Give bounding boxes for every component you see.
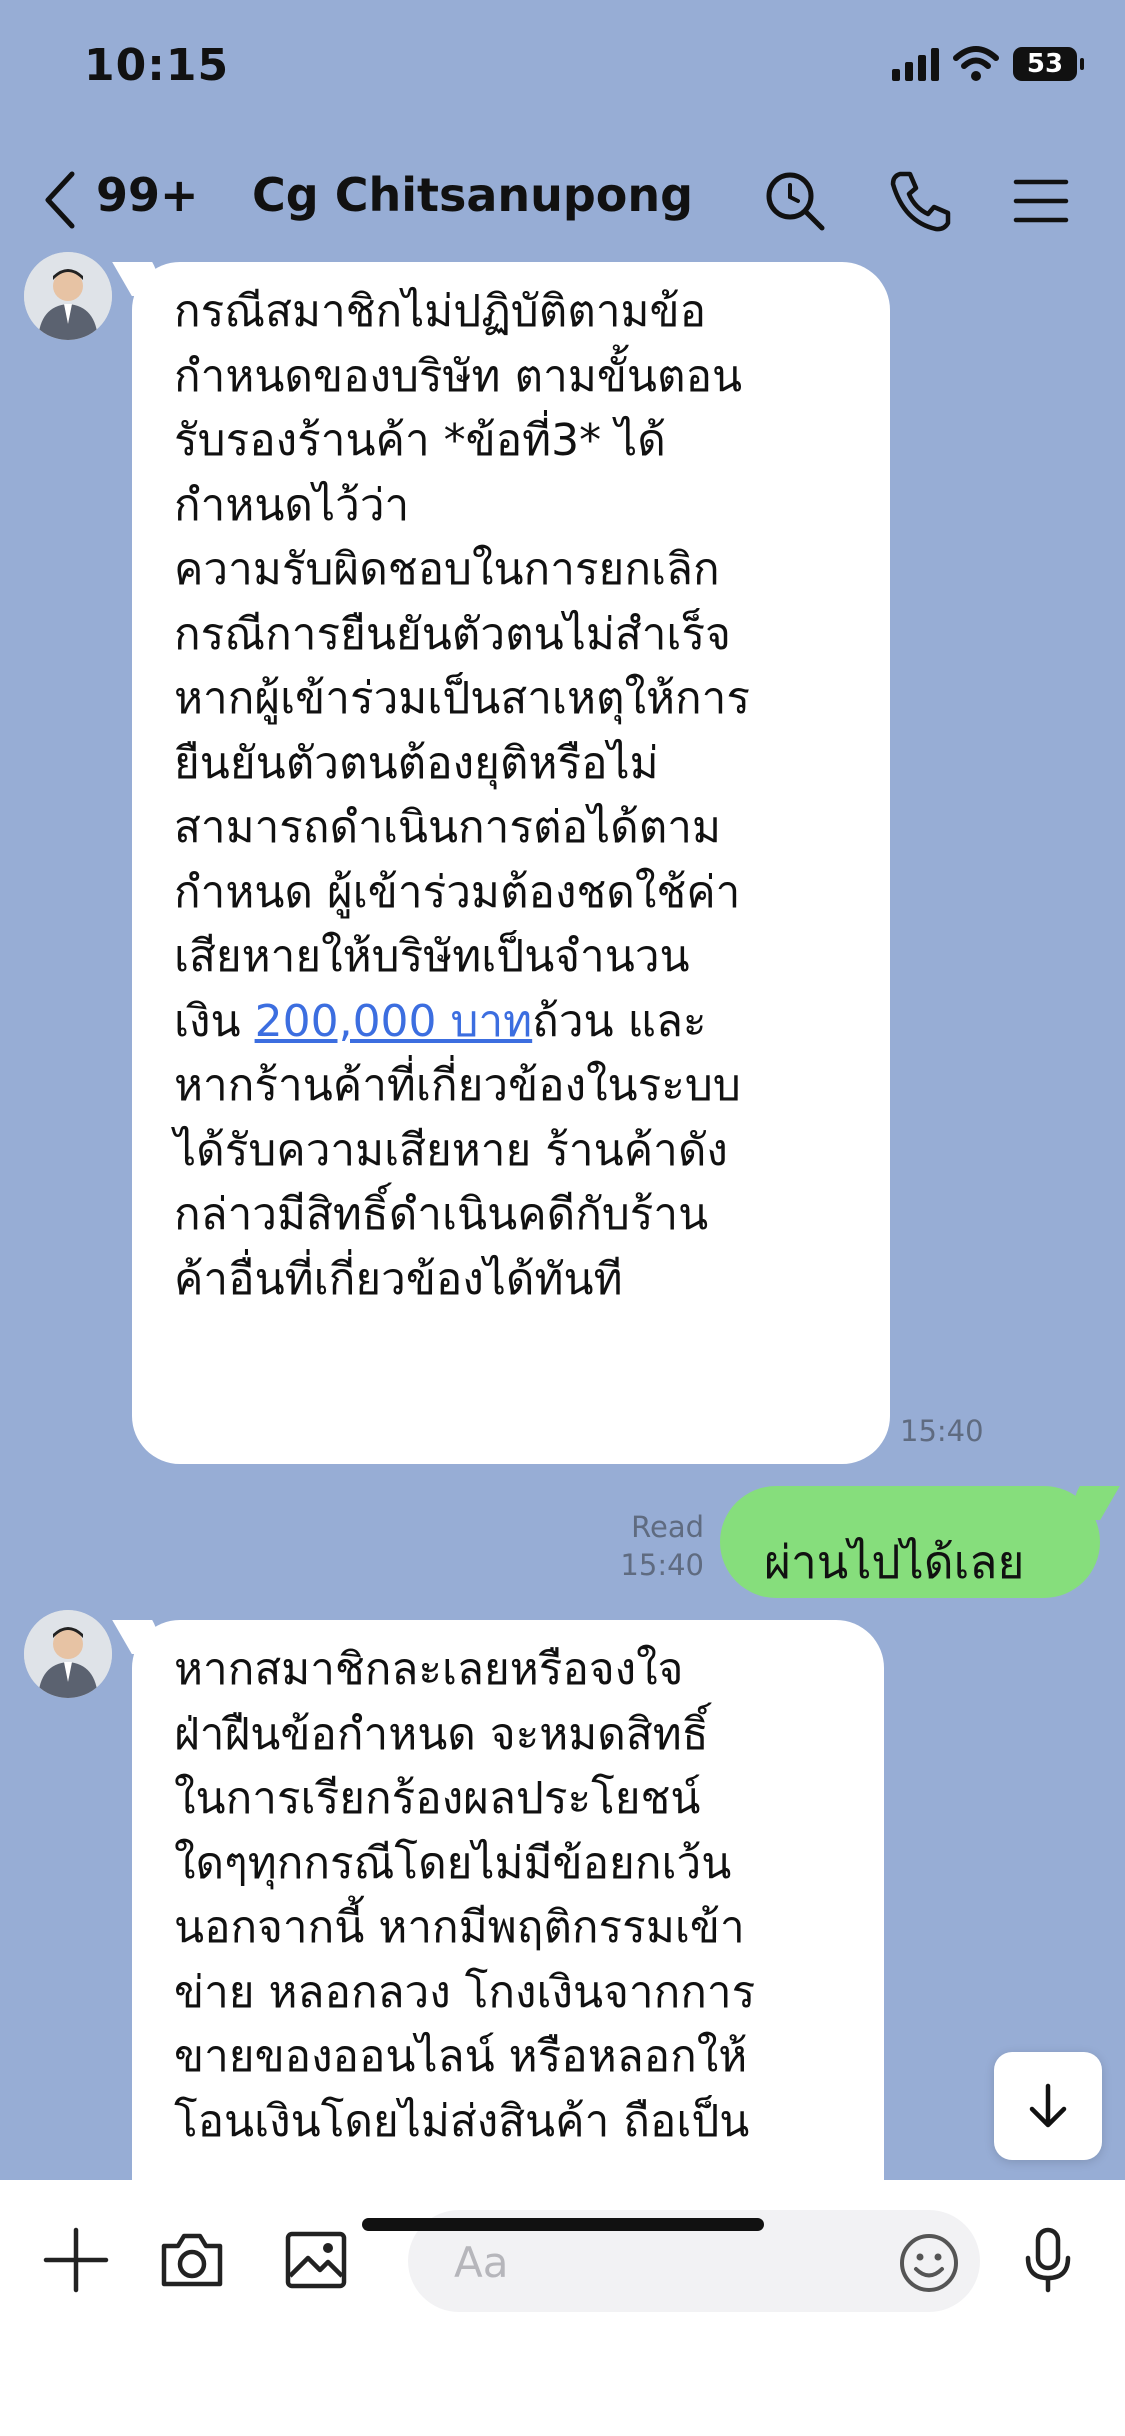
avatar[interactable] (24, 1610, 112, 1698)
arrow-down-icon (1029, 2083, 1067, 2128)
avatar[interactable] (24, 252, 112, 340)
unread-count[interactable]: 99+ (96, 168, 199, 222)
phone-icon[interactable] (886, 166, 956, 236)
menu-icon[interactable] (1006, 166, 1076, 236)
read-label: Read (631, 1510, 704, 1544)
chat-title[interactable]: Cg Chitsanupong (252, 168, 693, 222)
chat-screen: 10:15 53 99+ Cg Chitsanupong กรณีสมาชิกไ… (0, 0, 1125, 2436)
search-icon[interactable] (760, 166, 830, 236)
message-input-bar (0, 2180, 1125, 2436)
message-time: 15:40 (620, 1548, 704, 1582)
person-avatar-icon (24, 1610, 112, 1698)
message-link[interactable]: 200,000 บาท (255, 996, 533, 1047)
home-indicator (362, 2218, 764, 2231)
image-icon[interactable] (280, 2224, 352, 2296)
message-input[interactable] (452, 2230, 876, 2294)
message-text: ผ่านไปได้เลย (764, 1535, 1025, 1589)
chevron-left-icon[interactable] (40, 170, 78, 230)
plus-icon[interactable] (40, 2224, 112, 2296)
status-time: 10:15 (84, 40, 230, 91)
message-read-status: Read 15:40 (600, 1508, 704, 1584)
cellular-signal-icon (892, 47, 939, 81)
microphone-icon[interactable] (1012, 2224, 1084, 2296)
message-text: กรณีสมาชิกไม่ปฏิบัติตามข้อ กำหนดของบริษั… (174, 286, 750, 1305)
message-text: หากสมาชิกละเลยหรือจงใจ ฝ่าฝืนข้อกำหนด จะ… (174, 1644, 756, 2147)
battery-icon: 53 (1013, 47, 1084, 81)
message-bubble-outgoing[interactable]: ผ่านไปได้เลย (720, 1486, 1100, 1598)
emoji-icon[interactable] (898, 2232, 960, 2294)
scroll-to-bottom-button[interactable] (994, 2052, 1102, 2160)
message-time: 15:40 (900, 1414, 984, 1448)
person-avatar-icon (24, 252, 112, 340)
status-icons: 53 (892, 46, 1084, 82)
message-bubble-incoming[interactable]: กรณีสมาชิกไม่ปฏิบัติตามข้อ กำหนดของบริษั… (132, 262, 890, 1464)
camera-icon[interactable] (156, 2224, 228, 2296)
message-bubble-incoming[interactable]: หากสมาชิกละเลยหรือจงใจ ฝ่าฝืนข้อกำหนด จะ… (132, 1620, 884, 2260)
wifi-icon (953, 46, 999, 81)
